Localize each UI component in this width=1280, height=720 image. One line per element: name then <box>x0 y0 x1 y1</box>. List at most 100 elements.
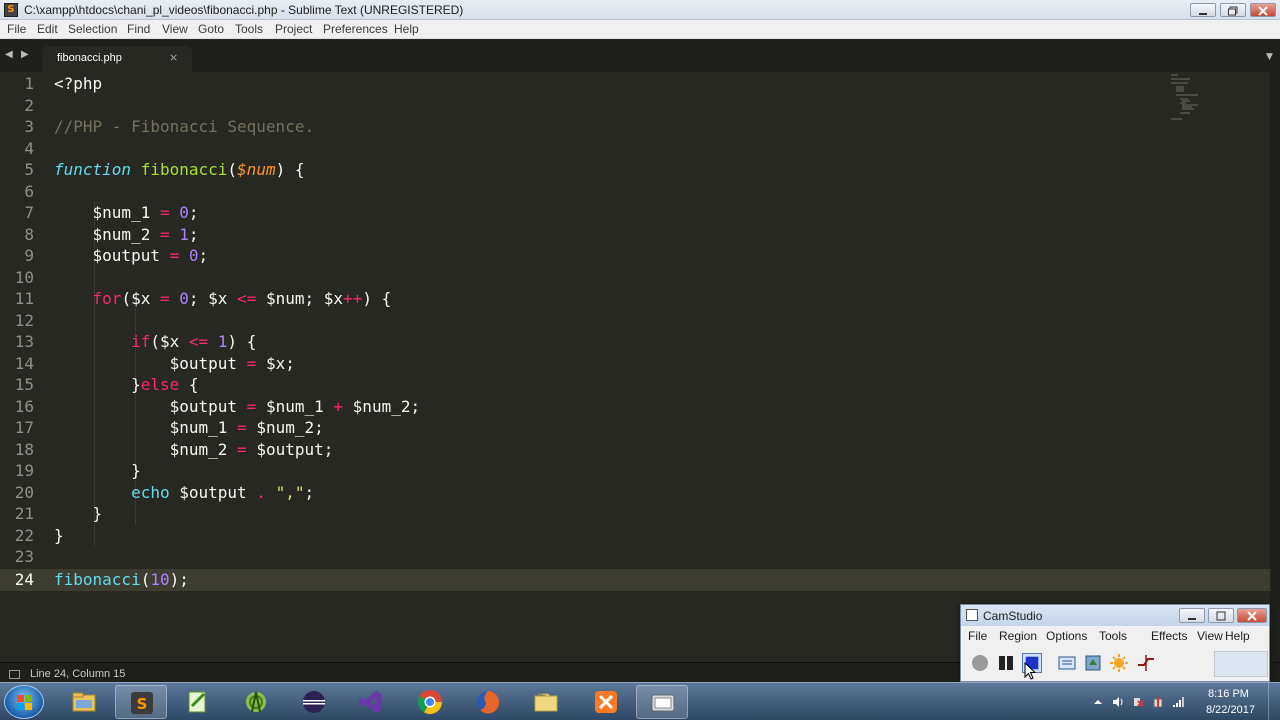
camstudio-app-icon <box>966 609 978 621</box>
menu-goto[interactable]: Goto <box>198 22 224 36</box>
windows-logo-icon <box>17 695 32 710</box>
line-number: 6 <box>24 181 34 201</box>
cam-menu-file[interactable]: File <box>968 629 987 643</box>
tab-fibonacci-php[interactable]: fibonacci.php × <box>42 46 192 72</box>
camstudio-window[interactable]: CamStudio File Region Options Tools Effe… <box>960 604 1270 682</box>
line-number: 15 <box>14 375 34 394</box>
camstudio-title-bar[interactable]: CamStudio <box>961 605 1269 626</box>
taskbar-firefox[interactable] <box>462 685 514 719</box>
taskbar-folder[interactable] <box>520 685 572 719</box>
camstudio-maximize-button[interactable] <box>1208 608 1234 623</box>
cam-menu-region[interactable]: Region <box>999 629 1037 643</box>
number: 0 <box>179 289 189 308</box>
menu-tools[interactable]: Tools <box>235 22 263 36</box>
line-number: 18 <box>14 439 34 459</box>
string: "," <box>275 482 305 502</box>
number: 10 <box>150 570 170 589</box>
menu-selection[interactable]: Selection <box>68 22 117 36</box>
autopan-icon[interactable] <box>1136 653 1156 673</box>
menu-edit[interactable]: Edit <box>37 22 58 36</box>
network-icon[interactable] <box>1172 696 1184 708</box>
line-number: 3 <box>24 117 34 136</box>
close-icon <box>1247 611 1257 621</box>
keyword: echo <box>131 482 170 502</box>
region-icon[interactable] <box>1057 653 1077 673</box>
line-number-current: 24 <box>14 570 34 589</box>
camstudio-preview <box>1214 651 1268 677</box>
camstudio-title: CamStudio <box>983 609 1043 623</box>
options-icon[interactable] <box>1083 653 1103 673</box>
cam-menu-options[interactable]: Options <box>1046 629 1087 643</box>
camstudio-close-button[interactable] <box>1237 608 1267 623</box>
menu-file[interactable]: File <box>7 22 26 36</box>
current-line-highlight <box>0 569 1270 591</box>
tab-close-icon[interactable]: × <box>169 51 178 64</box>
taskbar-sublime-text[interactable]: S <box>115 685 167 719</box>
taskbar-xampp[interactable] <box>580 685 632 719</box>
minimize-button[interactable] <box>1190 3 1216 17</box>
menu-preferences[interactable]: Preferences <box>323 22 388 36</box>
taskbar-android-studio[interactable] <box>230 685 282 719</box>
line-number: 4 <box>24 138 34 158</box>
taskbar-notepad-plus-plus[interactable] <box>172 685 224 719</box>
chrome-icon <box>417 690 442 715</box>
restore-icon <box>1228 6 1238 16</box>
minimap[interactable] <box>1168 72 1218 122</box>
effects-icon[interactable] <box>1109 653 1129 673</box>
line-number: 20 <box>14 482 34 502</box>
taskbar-google-chrome[interactable] <box>404 685 456 719</box>
variable: $x <box>323 289 344 308</box>
cam-menu-tools[interactable]: Tools <box>1099 629 1127 643</box>
menu-view[interactable]: View <box>162 22 188 36</box>
line-number: 21 <box>14 504 34 523</box>
taskbar-camstudio[interactable] <box>636 685 688 719</box>
start-button[interactable] <box>4 685 44 719</box>
clock-date[interactable]: 8/22/2017 <box>1206 704 1255 716</box>
taskbar-windows-explorer[interactable] <box>58 685 110 719</box>
taskbar: S 8:16 PM 8/22/2017 <box>0 682 1280 720</box>
xampp-icon <box>595 691 617 713</box>
code-line-current: fibonacci(10); <box>54 570 189 589</box>
cam-menu-view[interactable]: View <box>1197 629 1223 643</box>
panel-toggle-icon[interactable] <box>9 670 20 679</box>
pause-icon[interactable] <box>996 653 1016 673</box>
code-editor[interactable]: 1 2 3 4 5 6 7 8 9 10 11 12 13 14 15 16 1… <box>0 72 1270 662</box>
line-number: 8 <box>24 224 34 244</box>
visual-studio-icon <box>359 691 382 713</box>
keyword: for <box>92 289 122 308</box>
show-hidden-icons-icon[interactable] <box>1092 696 1104 708</box>
menu-find[interactable]: Find <box>127 22 150 36</box>
tab-dropdown-icon[interactable]: ▼ <box>1266 52 1273 62</box>
code-line: for($x = 0; $x <= $num; $x++) { <box>92 289 392 308</box>
record-icon[interactable] <box>970 653 990 673</box>
variable: $x <box>131 289 151 308</box>
security-icon[interactable] <box>1152 696 1164 708</box>
show-desktop-button[interactable] <box>1268 683 1280 720</box>
action-center-icon[interactable] <box>1132 696 1144 708</box>
close-button[interactable] <box>1250 3 1276 17</box>
maximize-icon <box>1216 611 1226 621</box>
tab-bar: ◀ ▶ fibonacci.php × ▼ <box>0 40 1280 72</box>
menu-help[interactable]: Help <box>394 22 419 36</box>
menu-project[interactable]: Project <box>275 22 312 36</box>
function-name: fibonacci <box>140 160 228 179</box>
clock-time[interactable]: 8:16 PM <box>1208 688 1249 700</box>
cam-menu-effects[interactable]: Effects <box>1151 629 1187 643</box>
close-icon <box>1258 6 1268 16</box>
variable: $output <box>169 396 238 416</box>
tab-next-icon[interactable]: ▶ <box>21 49 29 60</box>
camstudio-minimize-button[interactable] <box>1179 608 1205 623</box>
vertical-scrollbar[interactable] <box>1270 72 1280 662</box>
svg-text:S: S <box>137 695 148 713</box>
variable: $output <box>169 353 238 373</box>
maximize-button[interactable] <box>1220 3 1246 17</box>
taskbar-eclipse[interactable] <box>288 685 340 719</box>
code-line-comment: //PHP - Fibonacci Sequence. <box>54 117 315 136</box>
cam-menu-help[interactable]: Help <box>1225 629 1250 643</box>
variable: $num_2 <box>256 418 315 437</box>
volume-icon[interactable] <box>1112 696 1124 708</box>
tab-prev-icon[interactable]: ◀ <box>5 49 13 60</box>
cursor-position: Line 24, Column 15 <box>30 668 126 680</box>
taskbar-visual-studio[interactable] <box>345 685 397 719</box>
variable: $num_1 <box>92 203 151 222</box>
